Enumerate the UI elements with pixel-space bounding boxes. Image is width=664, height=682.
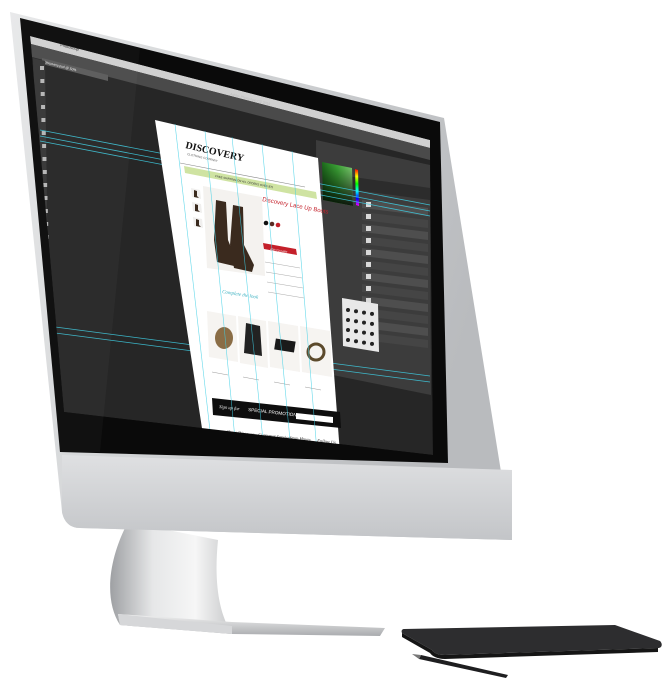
swatch-red[interactable]	[275, 222, 281, 228]
brush-preset-icon[interactable]	[354, 319, 358, 324]
layer-thumbnail	[366, 250, 371, 255]
brush-preset-icon[interactable]	[362, 310, 366, 315]
layer-thumbnail	[366, 286, 371, 291]
brush-preset-icon[interactable]	[354, 309, 358, 314]
brush-preset-icon[interactable]	[354, 329, 358, 334]
imac-scene: Photoshop Discovery.psd @ 50% Adobe Phot…	[10, 12, 662, 678]
drawing-tablet-icon[interactable]	[401, 625, 662, 659]
layer-thumbnail	[366, 214, 371, 219]
brush-preset-icon[interactable]	[370, 311, 374, 316]
brush-preset-icon[interactable]	[370, 331, 374, 336]
layer-thumbnail	[366, 262, 371, 267]
swatch-black[interactable]	[263, 220, 269, 226]
layer-thumbnail	[366, 274, 371, 279]
brush-preset-icon[interactable]	[346, 308, 350, 312]
swatch-brown[interactable]	[269, 221, 275, 227]
brush-preset-icon[interactable]	[346, 328, 350, 332]
imac-stand	[110, 522, 385, 636]
brush-preset-icon[interactable]	[346, 318, 350, 322]
brush-preset-icon[interactable]	[362, 320, 366, 325]
hat-image	[215, 327, 233, 349]
brush-preset-icon[interactable]	[362, 340, 366, 345]
brush-preset-icon[interactable]	[346, 338, 350, 342]
layer-thumbnail	[366, 238, 371, 243]
brush-preset-icon[interactable]	[354, 339, 358, 344]
brush-preset-icon[interactable]	[370, 321, 374, 326]
brush-preset-icon[interactable]	[362, 330, 366, 335]
brush-preset-icon[interactable]	[370, 341, 374, 346]
layer-thumbnail	[366, 226, 371, 231]
